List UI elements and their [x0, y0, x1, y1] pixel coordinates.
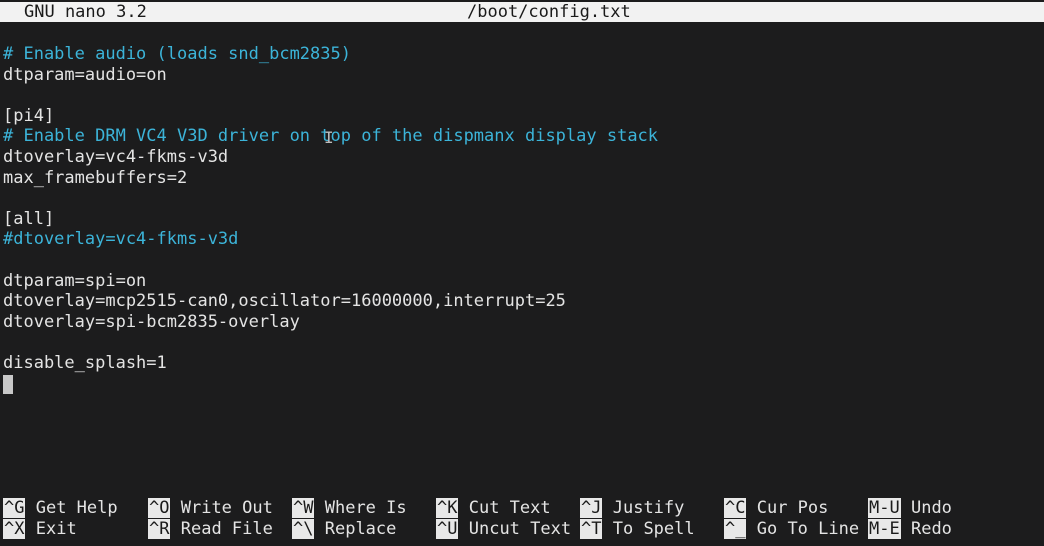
editor-line: # Enable DRM VC4 V3D driver on top of th…: [3, 126, 659, 147]
shortcut-key: ^T: [580, 518, 603, 539]
shortcut-uncut-text[interactable]: ^U Uncut Text: [436, 518, 572, 540]
editor-line: max_framebuffers=2: [3, 167, 188, 188]
shortcut-where-is[interactable]: ^W Where Is: [292, 498, 407, 519]
shortcut-label: Go To Line: [756, 518, 860, 539]
shortcut-key: ^_: [724, 518, 747, 539]
shortcut-key: ^W: [292, 498, 315, 518]
shortcut-key: ^G: [3, 498, 26, 518]
shortcut-go-to-line[interactable]: ^_ Go To Line: [724, 518, 860, 540]
editor-line: [all]: [3, 208, 55, 229]
shortcut-undo[interactable]: M-U Undo: [868, 498, 952, 519]
shortcut-key: M-U: [868, 498, 901, 518]
shortcut-label: Get Help: [35, 498, 118, 518]
text-cursor: [3, 374, 13, 394]
shortcut-label: Replace: [324, 518, 397, 539]
shortcut-key: ^\: [292, 518, 315, 539]
shortcut-row: ^G Get Help ^O Write Out ^W Where Is ^K Cut…: [3, 498, 1043, 519]
editor-line: disable_splash=1: [3, 352, 167, 373]
app-name: GNU nano 3.2: [24, 2, 147, 22]
nano-terminal-window: GNU nano 3.2 /boot/config.txt # Enable a…: [0, 0, 1044, 546]
shortcut-key: ^X: [3, 518, 26, 539]
shortcut-label: Exit: [35, 518, 77, 539]
shortcut-bar: ^G Get Help ^O Write Out ^W Where Is ^K Cut…: [3, 498, 1043, 539]
shortcut-key: ^R: [148, 518, 171, 539]
editor-line: # Enable audio (loads snd_bcm2835): [3, 44, 351, 64]
shortcut-get-help[interactable]: ^G Get Help: [3, 498, 118, 519]
shortcut-key: ^O: [148, 498, 171, 518]
shortcut-label: Justify: [612, 498, 685, 518]
editor-area[interactable]: # Enable audio (loads snd_bcm2835) dtpara…: [3, 44, 1043, 394]
shortcut-label: Cur Pos: [756, 498, 829, 518]
shortcut-replace[interactable]: ^\ Replace: [292, 518, 397, 540]
shortcut-row: ^X Exit ^R Read File ^\ Replace ^U Uncut Te…: [3, 518, 1043, 540]
editor-line: dtoverlay=spi-bcm2835-overlay: [3, 311, 300, 332]
shortcut-label: Cut Text: [468, 498, 551, 518]
shortcut-label: Redo: [910, 518, 952, 539]
shortcut-label: Undo: [910, 498, 952, 518]
shortcut-label: Read File: [180, 518, 273, 539]
shortcut-read-file[interactable]: ^R Read File: [148, 518, 273, 540]
shortcut-key: ^C: [724, 498, 747, 518]
editor-line: dtoverlay=vc4-fkms-v3d: [3, 146, 229, 167]
file-name: /boot/config.txt: [467, 2, 631, 22]
shortcut-label: Uncut Text: [468, 518, 572, 539]
shortcut-key: ^U: [436, 518, 459, 539]
shortcut-key: ^K: [436, 498, 459, 518]
shortcut-key: ^J: [580, 498, 603, 518]
title-bar: GNU nano 3.2 /boot/config.txt: [0, 2, 1044, 22]
editor-line: dtparam=audio=on: [3, 64, 167, 85]
editor-line: dtparam=spi=on: [3, 270, 147, 291]
shortcut-to-spell[interactable]: ^T To Spell: [580, 518, 695, 540]
shortcut-label: To Spell: [612, 518, 695, 539]
cursor-line: [3, 374, 1043, 395]
shortcut-key: M-E: [868, 518, 901, 539]
shortcut-cur-pos[interactable]: ^C Cur Pos: [724, 498, 828, 519]
shortcut-write-out[interactable]: ^O Write Out: [148, 498, 273, 519]
editor-line: #dtoverlay=vc4-fkms-v3d: [3, 229, 239, 250]
shortcut-justify[interactable]: ^J Justify: [580, 498, 684, 519]
shortcut-cut-text[interactable]: ^K Cut Text: [436, 498, 551, 519]
shortcut-label: Write Out: [180, 498, 273, 518]
shortcut-redo[interactable]: M-E Redo: [868, 518, 952, 540]
shortcut-label: Where Is: [324, 498, 407, 518]
editor-line: [pi4]: [3, 105, 55, 126]
mouse-ibeam-cursor-icon: I: [324, 128, 334, 147]
shortcut-exit[interactable]: ^X Exit: [3, 518, 77, 540]
editor-line: dtoverlay=mcp2515-can0,oscillator=160000…: [3, 291, 566, 312]
